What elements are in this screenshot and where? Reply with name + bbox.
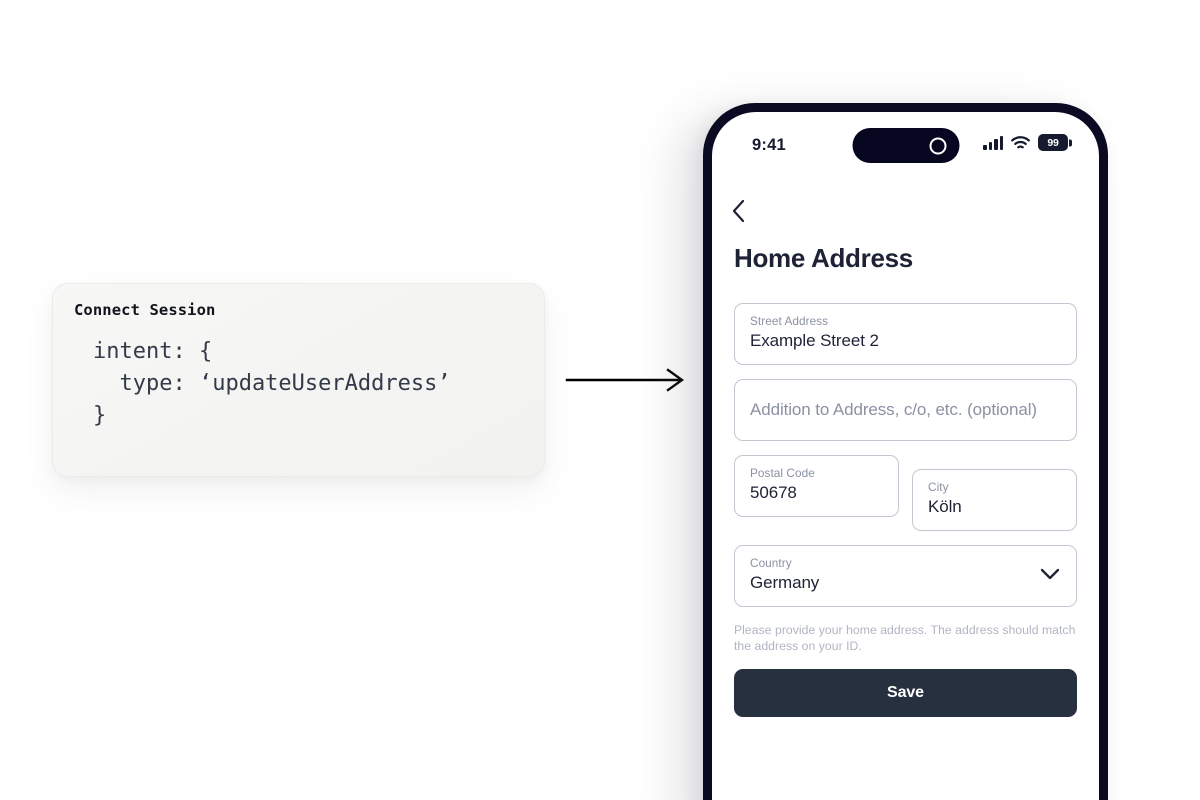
field-value-postal-code: 50678 [750,483,797,502]
save-button[interactable]: Save [734,669,1077,717]
battery-indicator: 99 [1038,134,1068,151]
dynamic-island [852,128,959,163]
card-title: Connect Session [74,301,216,319]
country-dropdown-toggle[interactable] [1040,567,1060,585]
chevron-left-icon [732,199,745,223]
field-label-street-address: Street Address [750,314,829,328]
field-country[interactable]: Country Germany [734,545,1077,607]
cellular-signal-icon [983,135,1003,150]
field-value-street-address: Example Street 2 [750,331,879,350]
screenshot-stage: Connect Session intent: { type: ‘updateU… [0,0,1200,800]
chevron-down-icon [1040,568,1060,580]
connect-session-card: Connect Session intent: { type: ‘updateU… [52,283,545,477]
field-value-country: Germany [750,573,820,592]
app-content: Home Address Street Address Example Stre… [712,196,1099,717]
page-title: Home Address [734,243,913,273]
field-address-addition[interactable]: Addition to Address, c/o, etc. (optional… [734,379,1077,441]
status-time: 9:41 [752,136,786,154]
field-value-city: Köln [928,497,962,516]
front-camera-icon [929,137,946,154]
flow-arrow [565,360,690,400]
wifi-icon [1011,135,1030,148]
field-row-postal-city: Postal Code 50678 City Köln [734,455,1077,531]
status-indicators: 99 [983,134,1068,151]
form-helper-text: Please provide your home address. The ad… [734,623,1076,653]
field-postal-code[interactable]: Postal Code 50678 [734,455,899,517]
phone-screen: 9:41 99 Home Address Street Address Exam… [712,112,1099,800]
battery-level: 99 [1047,136,1059,149]
home-address-form: Street Address Example Street 2 Addition… [734,303,1077,717]
phone-mockup: 9:41 99 Home Address Street Address Exam… [703,103,1108,800]
back-button[interactable] [732,196,762,226]
intent-code-block: intent: { type: ‘updateUserAddress’ } [93,339,451,428]
field-city[interactable]: City Köln [912,469,1077,531]
arrow-right-icon [565,368,685,392]
field-label-city: City [928,480,949,494]
field-street-address[interactable]: Street Address Example Street 2 [734,303,1077,365]
field-label-country: Country [750,556,792,570]
status-bar: 9:41 99 [712,112,1099,168]
field-placeholder-address-addition: Addition to Address, c/o, etc. (optional… [750,400,1037,419]
field-label-postal-code: Postal Code [750,466,815,480]
